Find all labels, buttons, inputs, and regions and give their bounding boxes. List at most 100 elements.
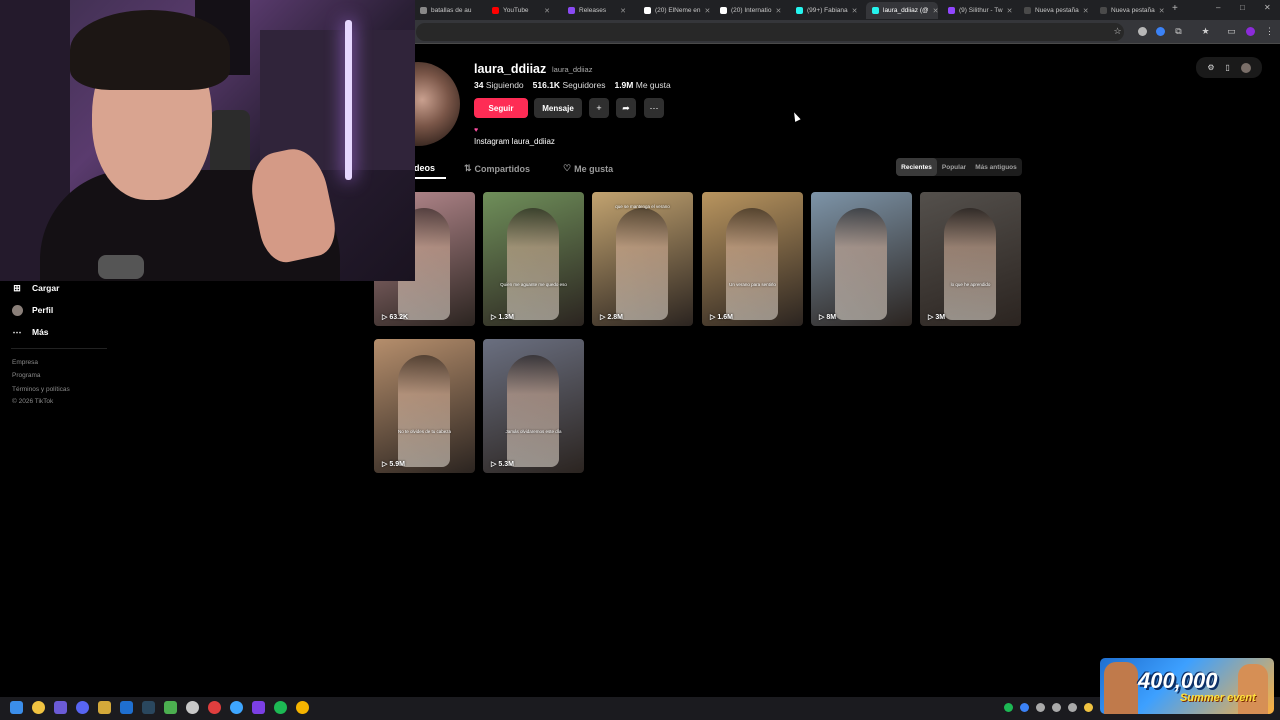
tray-icon[interactable] (1036, 703, 1045, 712)
close-icon[interactable]: ✕ (544, 7, 550, 15)
profile-avatar[interactable] (412, 62, 460, 146)
taskbar-app-icon[interactable] (230, 701, 243, 714)
tray-icon[interactable] (1004, 703, 1013, 712)
new-tab-icon[interactable]: + (1172, 3, 1178, 14)
tab-videos[interactable]: deos (414, 163, 435, 173)
bookmark-star-icon[interactable]: ☆ (1112, 26, 1123, 37)
taskbar-app-icon[interactable] (98, 701, 111, 714)
taskbar-app-icon[interactable] (252, 701, 265, 714)
tab-shared[interactable]: ⇅ Compartidos (464, 163, 530, 174)
footer-link[interactable]: Programa (12, 372, 41, 379)
browser-tab[interactable]: (20) Internatio ✕ (714, 2, 784, 19)
tray-icon[interactable] (1084, 703, 1093, 712)
close-icon[interactable]: ✕ (775, 7, 781, 15)
video-thumbnail (507, 355, 559, 467)
taskbar-app-icon[interactable] (76, 701, 89, 714)
play-icon: ▷ (382, 461, 388, 468)
share-icon[interactable]: ➦ (616, 98, 636, 118)
video-card[interactable]: Jamás olvidaremos este día ▷ 5.3M (483, 339, 584, 473)
video-card[interactable]: No te olvides de tu cabeza ▷ 5.9M (374, 339, 475, 473)
video-card[interactable]: Quien me aguante me quedo eso ▷ 1.3M (483, 192, 584, 326)
video-caption: No te olvides de tu cabeza (397, 429, 452, 434)
nav-item-profile[interactable]: Perfil (11, 304, 53, 316)
avatar[interactable] (1240, 62, 1251, 73)
video-caption: que se mantenga el verano (615, 204, 670, 209)
taskbar-app-icon[interactable] (164, 701, 177, 714)
character-illustration (1238, 664, 1268, 714)
tab-favicon (420, 7, 427, 14)
view-count-value: 8M (826, 313, 837, 321)
tab-liked[interactable]: ♡ Me gusta (563, 163, 613, 174)
video-card[interactable]: que se mantenga el verano ▷ 2.8M (592, 192, 693, 326)
extension-icon[interactable] (1155, 26, 1166, 37)
tab-label: deos (414, 163, 436, 173)
browser-tab[interactable]: batallas de au (414, 2, 486, 19)
nav-item-more[interactable]: ⋯ Más (11, 326, 49, 338)
browser-tab[interactable]: Releases ✕ (562, 2, 632, 19)
puzzle-icon[interactable]: ⧉ (1173, 26, 1184, 37)
browser-tab[interactable]: YouTube ✕ (486, 2, 556, 19)
maximize-icon[interactable]: □ (1240, 3, 1245, 12)
more-options-icon[interactable]: ⋯ (644, 98, 664, 118)
settings-icon[interactable]: ⚙ (1207, 63, 1214, 72)
following-stat[interactable]: 34 Siguiendo (474, 80, 524, 90)
twitch-icon (948, 7, 955, 14)
chrome-icon[interactable] (296, 701, 309, 714)
browser-tab[interactable]: (20) ElNeme en ✕ (638, 2, 710, 19)
spotify-icon[interactable] (274, 701, 287, 714)
device-icon[interactable]: ▯ (1225, 63, 1229, 72)
bookmarks-icon[interactable]: ★ (1200, 26, 1211, 37)
tray-icon[interactable] (1020, 703, 1029, 712)
add-friend-icon[interactable]: + (589, 98, 609, 118)
extension-icon[interactable] (1137, 26, 1148, 37)
video-thumbnail (398, 355, 450, 467)
video-card[interactable]: ▷ 8M (811, 192, 912, 326)
tray-icon[interactable] (1052, 703, 1061, 712)
profile-icon[interactable] (1245, 26, 1256, 37)
sort-recent-button[interactable]: Recientes (896, 158, 937, 176)
sort-popular-button[interactable]: Popular (939, 158, 969, 176)
browser-tab[interactable]: Nueva pestaña ✕ (1018, 2, 1090, 19)
video-caption: Quien me aguante me quedo eso (500, 282, 567, 287)
play-icon: ▷ (600, 314, 606, 321)
video-card[interactable]: lo que he aprendido ▷ 3M (920, 192, 1021, 326)
taskbar-app-icon[interactable] (120, 701, 133, 714)
footer-link[interactable]: Términos y políticas (12, 386, 70, 393)
windows-start-icon[interactable] (10, 701, 23, 714)
browser-tab-active[interactable]: laura_ddiiaz (@ ✕ (866, 2, 938, 19)
search-icon[interactable] (32, 701, 45, 714)
close-icon[interactable]: ✕ (1083, 7, 1089, 15)
minimize-icon[interactable]: – (1216, 3, 1220, 12)
close-icon[interactable]: ✕ (1007, 7, 1013, 15)
steam-icon[interactable] (142, 701, 155, 714)
close-icon[interactable]: ✕ (933, 7, 938, 15)
youtube-icon (492, 7, 499, 14)
message-button[interactable]: Mensaje (534, 98, 582, 118)
nav-item-upload[interactable]: ⊞ Cargar (11, 282, 59, 294)
obs-icon[interactable] (208, 701, 221, 714)
followers-stat[interactable]: 516.1K Seguidores (533, 80, 606, 90)
taskbar-app-icon[interactable] (186, 701, 199, 714)
tab-label: laura_ddiiaz (@ (883, 7, 929, 14)
extension-icon[interactable]: ▭ (1226, 26, 1237, 37)
browser-tab[interactable]: Nueva pestaña ✕ (1094, 2, 1166, 19)
footer-link[interactable]: Empresa (12, 359, 38, 366)
taskbar-app-icon[interactable] (54, 701, 67, 714)
video-thumbnail (944, 208, 996, 320)
address-bar[interactable] (416, 23, 1124, 41)
browser-tab[interactable]: (9) Silithur - Tw ✕ (942, 2, 1016, 19)
window-close-icon[interactable]: ✕ (1264, 3, 1271, 12)
close-icon[interactable]: ✕ (852, 7, 858, 15)
browser-tab[interactable]: (99+) Fabiana ✕ (790, 2, 860, 19)
close-icon[interactable]: ✕ (620, 7, 626, 15)
follow-button[interactable]: Seguir (474, 98, 528, 118)
tray-icon[interactable] (1068, 703, 1077, 712)
video-card[interactable]: Un verano para sentirlo ▷ 1.6M (702, 192, 803, 326)
close-icon[interactable]: ✕ (705, 7, 710, 15)
menu-icon[interactable]: ⋮ (1264, 26, 1275, 37)
profile-bio: Instagram laura_ddiiaz (474, 137, 555, 146)
sort-oldest-button[interactable]: Más antiguos (971, 158, 1021, 176)
close-icon[interactable]: ✕ (1159, 7, 1165, 15)
profile-nickname: laura_ddiiaz (552, 65, 593, 74)
webcam-overlay (0, 0, 415, 281)
